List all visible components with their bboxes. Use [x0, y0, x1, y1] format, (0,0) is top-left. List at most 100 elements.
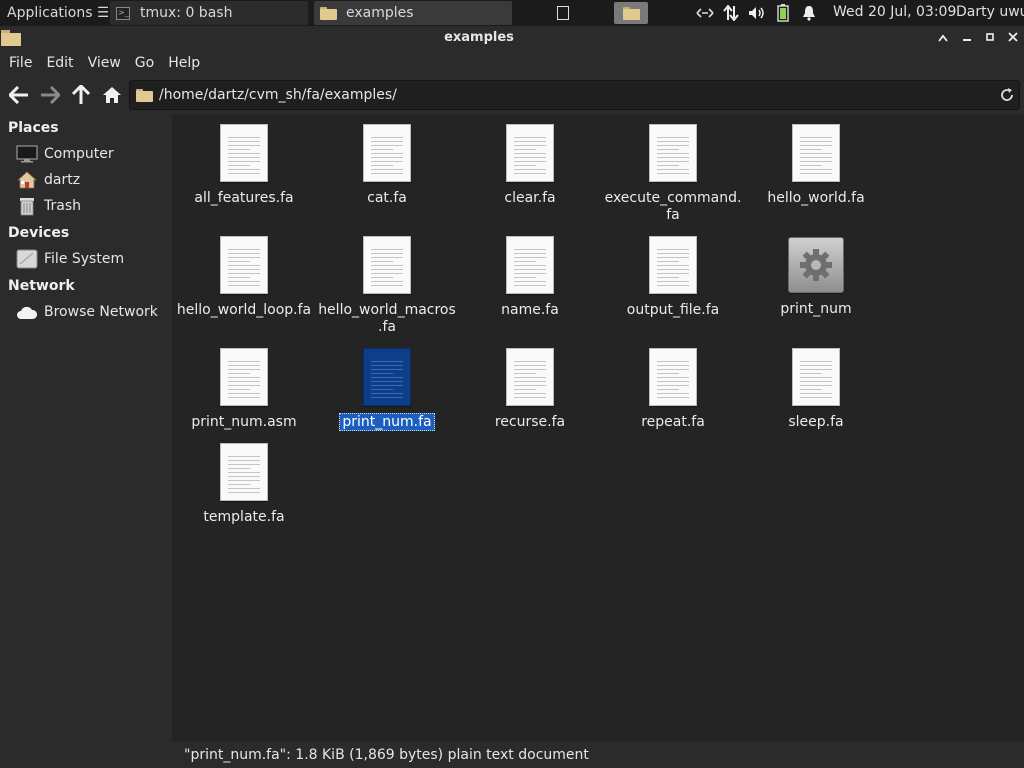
menubar: File Edit View Go Help: [0, 50, 1024, 76]
network-arrows-icon[interactable]: [692, 0, 718, 26]
file-item[interactable]: execute_command. fa: [602, 124, 744, 224]
menu-help[interactable]: Help: [161, 55, 207, 71]
file-name-text: print_num.asm: [191, 414, 297, 430]
file-item[interactable]: repeat.fa: [602, 348, 744, 431]
reload-icon[interactable]: [999, 87, 1015, 103]
file-name: hello_world_loop.fa: [173, 302, 315, 319]
maximize-button[interactable]: [981, 29, 999, 47]
sidebar-item-computer[interactable]: Computer: [16, 142, 114, 166]
workspace-2-button[interactable]: [614, 2, 648, 24]
applications-menu-button[interactable]: Applications ☰: [0, 0, 108, 26]
sidebar-item-label: Trash: [44, 198, 81, 214]
file-item[interactable]: print_num.fa: [316, 348, 458, 431]
file-name: recurse.fa: [459, 414, 601, 431]
window-titlebar[interactable]: examples: [0, 26, 1024, 50]
text-file-icon: [220, 124, 268, 182]
home-button[interactable]: [96, 80, 127, 111]
file-name-text: recurse.fa: [494, 414, 566, 430]
file-name: print_num.asm: [173, 414, 315, 431]
home-folder-icon: [16, 170, 38, 190]
network-transfer-icon[interactable]: [718, 0, 744, 26]
sidebar-item-dartz[interactable]: dartz: [16, 168, 80, 192]
file-item[interactable]: cat.fa: [316, 124, 458, 207]
status-text: "print_num.fa": 1.8 KiB (1,869 bytes) pl…: [184, 747, 589, 763]
file-name-text: clear.fa: [504, 190, 556, 206]
file-name: hello_world.fa: [745, 190, 887, 207]
battery-icon[interactable]: [770, 0, 796, 26]
text-file-icon: [792, 348, 840, 406]
folder-icon: [320, 6, 337, 20]
menu-go[interactable]: Go: [128, 55, 161, 71]
menu-file[interactable]: File: [2, 55, 39, 71]
text-file-icon: [363, 124, 411, 182]
file-item[interactable]: recurse.fa: [459, 348, 601, 431]
file-name-text: cat.fa: [367, 190, 407, 206]
file-item[interactable]: hello_world_loop.fa: [173, 236, 315, 319]
menu-edit[interactable]: Edit: [39, 55, 80, 71]
file-name-text: print_num.fa: [339, 413, 435, 431]
user-menu[interactable]: Darty uwu: [956, 4, 1024, 20]
file-name-text: hello_world_macros .fa: [318, 302, 456, 335]
file-item[interactable]: hello_world_macros .fa: [316, 236, 458, 336]
location-path[interactable]: /home/dartz/cvm_sh/fa/examples/: [159, 87, 397, 103]
file-name-text: template.fa: [203, 509, 285, 525]
taskbar-item-label: tmux: 0 bash: [140, 5, 233, 21]
sidebar-item-label: dartz: [44, 172, 81, 188]
drive-icon: [16, 249, 38, 269]
file-item[interactable]: print_num: [745, 236, 887, 318]
volume-icon[interactable]: [744, 0, 770, 26]
file-name-text: sleep.fa: [788, 414, 844, 430]
folder-icon: [136, 88, 153, 102]
file-name-text: execute_command. fa: [604, 190, 742, 223]
executable-gear-icon: [788, 237, 844, 293]
file-name: repeat.fa: [602, 414, 744, 431]
file-item[interactable]: output_file.fa: [602, 236, 744, 319]
file-item[interactable]: all_features.fa: [173, 124, 315, 207]
text-file-icon: [649, 124, 697, 182]
parent-folder-button[interactable]: [65, 80, 96, 111]
file-item[interactable]: hello_world.fa: [745, 124, 887, 207]
arrow-up-icon: [71, 85, 90, 104]
workspace-1-button[interactable]: [548, 3, 578, 23]
shade-button[interactable]: [934, 29, 952, 47]
sidebar-item-file-system[interactable]: File System: [16, 247, 124, 271]
sidebar-item-trash[interactable]: Trash: [16, 194, 81, 218]
system-tray: [692, 0, 822, 26]
taskbar-item-examples[interactable]: examples: [314, 1, 512, 25]
file-name-text: repeat.fa: [641, 414, 705, 430]
sidebar-heading-devices: Devices: [8, 225, 70, 241]
sidebar-item-browse-network[interactable]: Browse Network: [16, 300, 158, 324]
sidebar-heading-places: Places: [8, 120, 59, 136]
text-file-icon: [649, 348, 697, 406]
sidebar-heading-network: Network: [8, 278, 75, 294]
file-name: cat.fa: [316, 190, 458, 207]
close-button[interactable]: [1004, 29, 1022, 47]
file-name-text: name.fa: [501, 302, 559, 318]
minimize-button[interactable]: [958, 29, 976, 47]
sidebar-item-label: File System: [44, 251, 125, 267]
file-item[interactable]: name.fa: [459, 236, 601, 319]
clock[interactable]: Wed 20 Jul, 03:09: [833, 4, 956, 20]
location-bar[interactable]: /home/dartz/cvm_sh/fa/examples/: [129, 80, 1020, 110]
text-file-icon: [363, 348, 411, 406]
back-button[interactable]: [3, 80, 34, 111]
file-name: template.fa: [173, 509, 315, 526]
notification-bell-icon[interactable]: [796, 0, 822, 26]
taskbar-item-tmux[interactable]: >_ tmux: 0 bash: [110, 1, 308, 25]
file-item[interactable]: template.fa: [173, 443, 315, 526]
applications-menu-label: Applications ☰: [7, 5, 108, 21]
forward-button[interactable]: [34, 80, 65, 111]
file-name: hello_world_macros .fa: [316, 302, 458, 336]
window-title: examples: [444, 30, 514, 45]
file-name: name.fa: [459, 302, 601, 319]
file-name: all_features.fa: [173, 190, 315, 207]
file-item[interactable]: clear.fa: [459, 124, 601, 207]
file-item[interactable]: print_num.asm: [173, 348, 315, 431]
menu-view[interactable]: View: [81, 55, 128, 71]
file-icon-view[interactable]: all_features.fa cat.fa clear.fa execute_com…: [172, 114, 1024, 742]
toolbar: /home/dartz/cvm_sh/fa/examples/: [0, 77, 1024, 113]
file-item[interactable]: sleep.fa: [745, 348, 887, 431]
text-file-icon: [506, 124, 554, 182]
file-name: print_num.fa: [316, 413, 458, 431]
cloud-icon: [16, 302, 38, 322]
